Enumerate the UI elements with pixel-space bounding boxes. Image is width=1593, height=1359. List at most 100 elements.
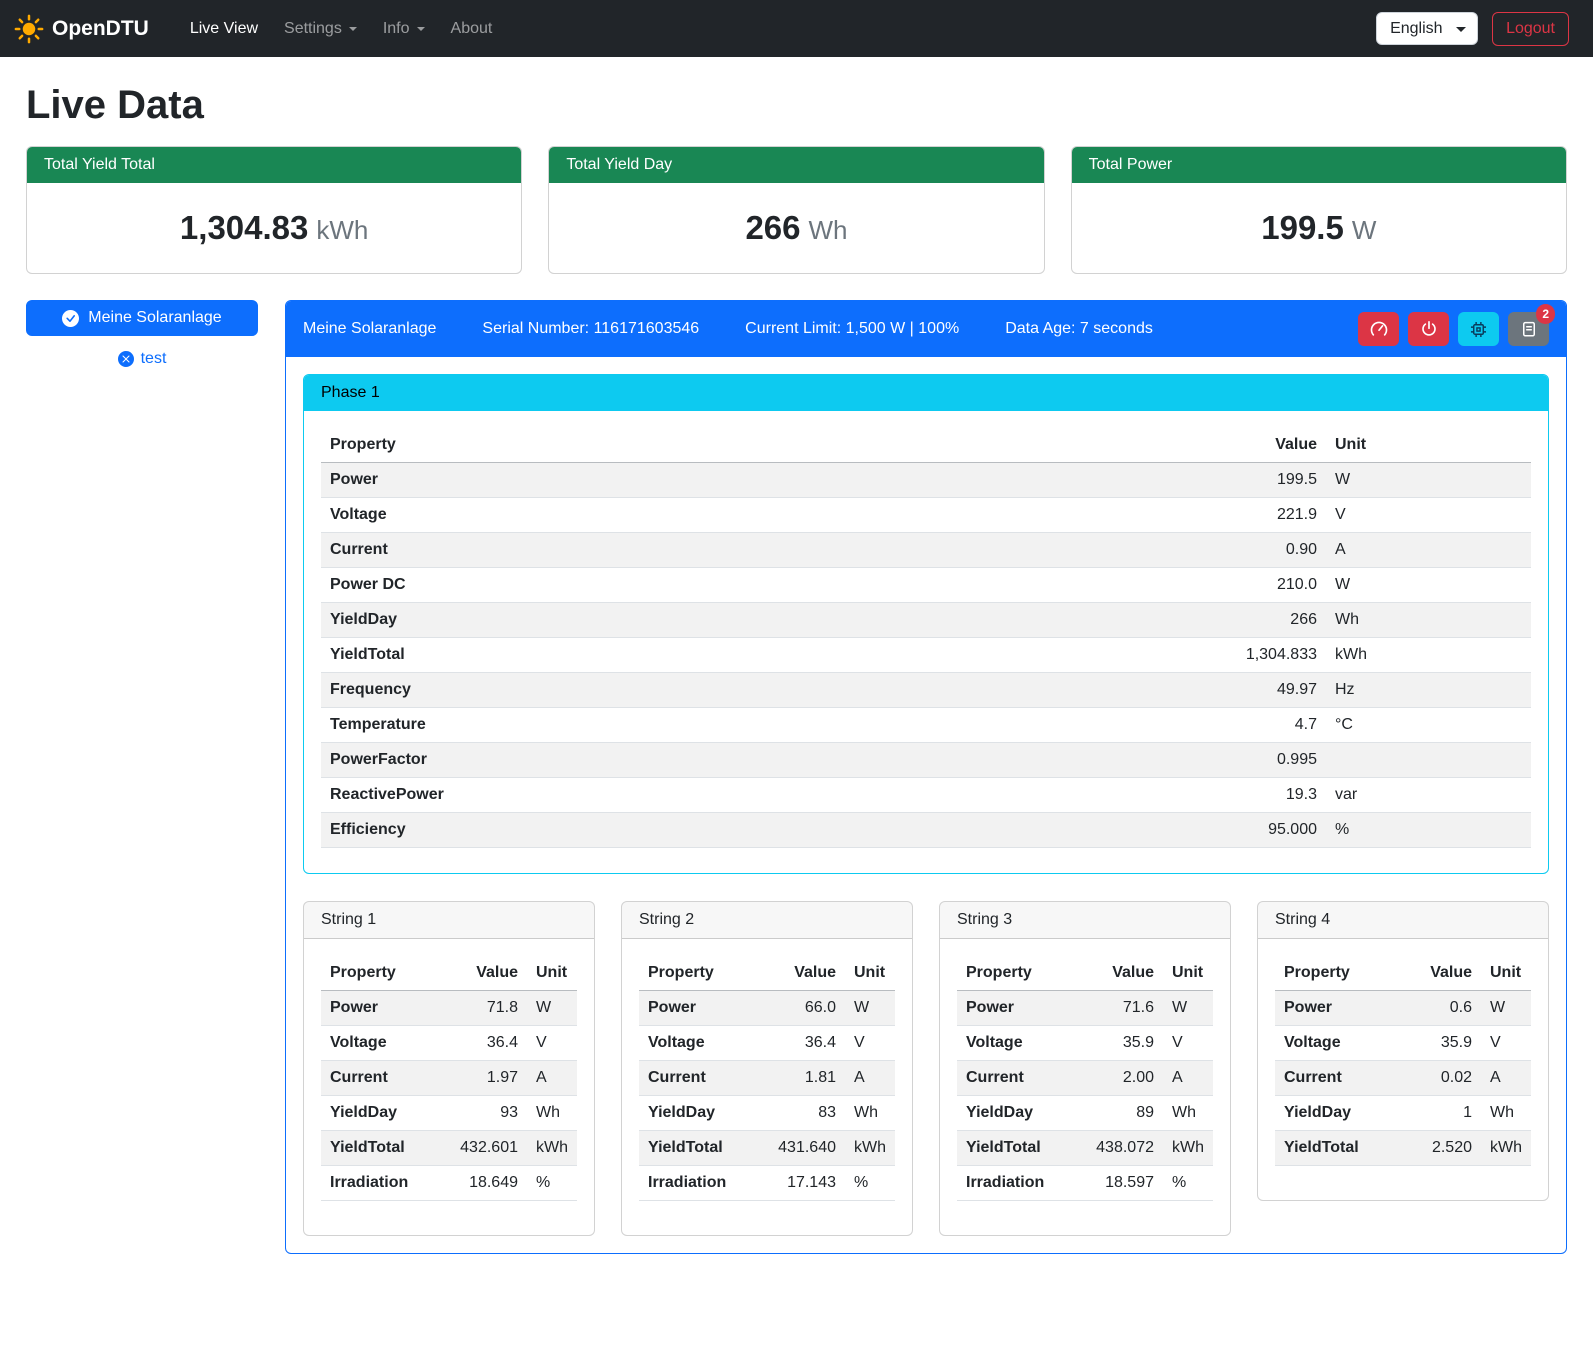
property-name: Irradiation	[321, 1166, 445, 1201]
header-unit: Unit	[845, 956, 895, 991]
property-name: YieldTotal	[321, 638, 1171, 673]
x-circle-icon[interactable]	[118, 351, 134, 367]
phase-card: Phase 1 Property Value Unit	[303, 374, 1549, 874]
property-value: 35.9	[1081, 1026, 1163, 1061]
table-row: Irradiation 17.143 %	[639, 1166, 895, 1201]
header-value: Value	[1171, 428, 1326, 463]
table-row: Irradiation 18.649 %	[321, 1166, 577, 1201]
language-select[interactable]: English	[1376, 12, 1478, 45]
table-row: Current 1.81 A	[639, 1061, 895, 1096]
power-icon	[1420, 320, 1438, 338]
table-row: Power 66.0 W	[639, 991, 895, 1026]
property-value: 266	[1171, 603, 1326, 638]
inverter-panel-body: Phase 1 Property Value Unit	[286, 357, 1566, 1253]
property-name: YieldTotal	[1275, 1131, 1399, 1166]
property-name: YieldTotal	[639, 1131, 763, 1166]
summary-card-value: 199.5	[1261, 209, 1344, 246]
brand[interactable]: OpenDTU	[14, 14, 149, 44]
property-value: 19.3	[1171, 778, 1326, 813]
property-name: Efficiency	[321, 813, 1171, 848]
string-card-title: String 4	[1258, 902, 1548, 939]
summary-card-body: 1,304.83kWh	[27, 183, 521, 273]
property-value: 2.520	[1399, 1131, 1481, 1166]
property-unit: var	[1326, 778, 1531, 813]
logout-button[interactable]: Logout	[1492, 12, 1569, 46]
property-value: 438.072	[1081, 1131, 1163, 1166]
table-row: YieldTotal 432.601 kWh	[321, 1131, 577, 1166]
property-unit: A	[527, 1061, 577, 1096]
nav-item-settings[interactable]: Settings	[271, 12, 370, 46]
nav-item-info[interactable]: Info	[370, 12, 438, 46]
table-row: YieldTotal 431.640 kWh	[639, 1131, 895, 1166]
table-row: YieldTotal 2.520 kWh	[1275, 1131, 1531, 1166]
string-card-title: String 2	[622, 902, 912, 939]
property-unit: Wh	[1163, 1096, 1213, 1131]
property-value: 18.649	[445, 1166, 527, 1201]
property-value: 432.601	[445, 1131, 527, 1166]
sidebar-inverter-button[interactable]: Meine Solaranlage	[26, 300, 258, 336]
property-value: 0.02	[1399, 1061, 1481, 1096]
page-title: Live Data	[26, 83, 1567, 128]
property-name: YieldTotal	[321, 1131, 445, 1166]
property-value: 93	[445, 1096, 527, 1131]
device-info-button[interactable]	[1458, 312, 1499, 346]
header-unit: Unit	[1163, 956, 1213, 991]
table-row: Current 0.02 A	[1275, 1061, 1531, 1096]
navbar: OpenDTU Live View Settings Info About En…	[0, 0, 1593, 57]
summary-card-body: 266Wh	[549, 183, 1043, 273]
property-unit: kWh	[1481, 1131, 1531, 1166]
table-header-row: Property Value Unit	[321, 428, 1531, 463]
check-circle-icon	[62, 310, 79, 327]
table-row: Efficiency 95.000 %	[321, 813, 1531, 848]
header-unit: Unit	[1326, 428, 1531, 463]
summary-card-unit: Wh	[809, 215, 848, 245]
nav-item-about[interactable]: About	[438, 12, 506, 46]
property-unit	[1326, 743, 1531, 778]
property-name: YieldDay	[957, 1096, 1081, 1131]
property-value: 2.00	[1081, 1061, 1163, 1096]
property-value: 0.995	[1171, 743, 1326, 778]
string-table: Property Value Unit Power 71.8 W	[321, 956, 577, 1201]
property-value: 1	[1399, 1096, 1481, 1131]
table-row: Power 71.8 W	[321, 991, 577, 1026]
header-unit: Unit	[1481, 956, 1531, 991]
property-value: 36.4	[763, 1026, 845, 1061]
header-value: Value	[763, 956, 845, 991]
property-value: 83	[763, 1096, 845, 1131]
string-table: Property Value Unit Power 66.0 W	[639, 956, 895, 1201]
property-unit: %	[527, 1166, 577, 1201]
property-unit: W	[1326, 463, 1531, 498]
journal-icon	[1520, 320, 1538, 338]
property-value: 1.81	[763, 1061, 845, 1096]
summary-cards: Total Yield Total 1,304.83kWh Total Yiel…	[26, 146, 1567, 274]
limit-settings-button[interactable]	[1358, 312, 1399, 346]
property-unit: W	[1163, 991, 1213, 1026]
property-unit: A	[845, 1061, 895, 1096]
table-row: Voltage 35.9 V	[1275, 1026, 1531, 1061]
summary-card-body: 199.5 W	[1072, 183, 1566, 273]
property-value: 71.6	[1081, 991, 1163, 1026]
summary-card-value: 1,304.83	[180, 209, 308, 246]
inverter-name: Meine Solaranlage	[303, 320, 436, 338]
power-button[interactable]	[1408, 312, 1449, 346]
property-name: Current	[321, 533, 1171, 568]
property-name: Power	[321, 991, 445, 1026]
table-row: Voltage 35.9 V	[957, 1026, 1213, 1061]
table-row: YieldDay 93 Wh	[321, 1096, 577, 1131]
header-unit: Unit	[527, 956, 577, 991]
property-name: Voltage	[1275, 1026, 1399, 1061]
property-value: 1,304.833	[1171, 638, 1326, 673]
table-row: YieldDay 266 Wh	[321, 603, 1531, 638]
property-name: Current	[321, 1061, 445, 1096]
property-unit: %	[845, 1166, 895, 1201]
table-row: YieldDay 1 Wh	[1275, 1096, 1531, 1131]
sidebar-test-link[interactable]: test	[141, 350, 167, 368]
event-log-button[interactable]: 2	[1508, 312, 1549, 346]
property-unit: %	[1326, 813, 1531, 848]
property-name: YieldTotal	[957, 1131, 1081, 1166]
nav-item-live-view[interactable]: Live View	[177, 12, 271, 46]
summary-card-unit: W	[1352, 215, 1377, 245]
property-name: PowerFactor	[321, 743, 1171, 778]
property-value: 0.6	[1399, 991, 1481, 1026]
property-unit: W	[1481, 991, 1531, 1026]
